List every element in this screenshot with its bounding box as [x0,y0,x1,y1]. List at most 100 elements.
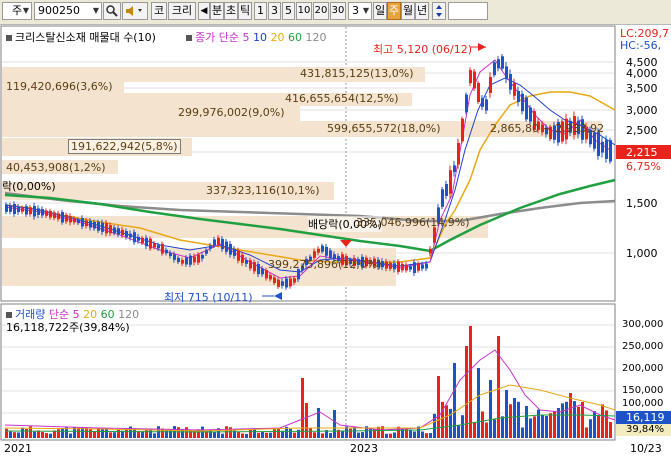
volume-bar [453,363,456,438]
candle-body [473,71,476,89]
candle-body [109,225,112,234]
volume-bar [277,428,280,438]
candle-body [317,248,320,253]
candle-body [489,77,492,93]
candle-body [197,254,200,263]
candle-body [421,264,424,269]
volume-bar [89,429,92,438]
candle-body [21,208,24,212]
volume-bar [309,427,312,438]
candle-body [265,270,268,279]
volume-bar [525,406,528,438]
candle-body [397,261,400,272]
candle-body [237,250,240,261]
candle-body [41,209,44,216]
candle-body [25,206,28,215]
volume-bar [17,432,20,438]
candle-body [241,254,244,263]
volume-bar [241,433,244,438]
candle-body [457,142,460,165]
volume-bar [409,429,412,438]
volume-bar [457,425,460,438]
volume-bar [113,432,116,438]
volume-bar [257,432,260,438]
ma-legend: 종가 단순 5 10 20 60 120 [186,29,326,45]
candle-body [33,205,36,217]
volume-bar [561,403,564,438]
candle-body [29,207,32,215]
volume-bar [177,427,180,438]
candle-body [277,279,280,287]
candle-body [233,248,236,256]
candle-body [129,233,132,238]
volume-bar [493,419,496,438]
candle-body [389,262,392,269]
volume-bar [369,428,372,438]
volume-bar [505,390,508,438]
candle-body [521,93,524,112]
volume-bar [21,427,24,438]
price-axis-label: 1,000 [626,247,658,260]
candle-body [177,257,180,263]
profile-label: 299,976,002(9,0%) [178,106,285,119]
volume-bar [581,402,584,438]
candle-body [497,59,500,69]
volume-bar [405,428,408,438]
candle-body [269,275,272,280]
volume-bar [25,429,28,438]
volume-bar [461,415,464,438]
candle-body [81,218,84,227]
candle-body [49,210,52,218]
volume-bar [329,433,332,438]
candle-body [509,74,512,90]
candle-body [417,263,420,271]
volume-bar [529,418,532,438]
candle-body [65,214,68,222]
volume-bar [521,427,524,438]
candle-body [493,62,496,76]
candle-body [401,263,404,271]
candle-body [449,170,452,194]
candle-body [393,263,396,270]
candle-body [525,97,528,120]
volume-axis-label: 150,000 [622,385,664,396]
candle-body [89,220,92,228]
volume-axis-label: 200,000 [622,363,664,374]
volume-bar [273,429,276,438]
x-axis-label: 2023 [350,442,378,455]
candle-body [257,264,260,275]
candle-body [597,132,600,156]
volume-bar [5,428,8,438]
candle-body [121,229,124,235]
candle-body [321,245,324,252]
low-price-label: 최저 715 (10/11) [164,291,253,304]
candle-body [513,82,516,96]
volume-bar [497,336,500,438]
volume-bar [425,433,428,438]
volume-bar [609,422,612,438]
candle-body [165,249,168,254]
candle-body [53,212,56,219]
price-axis-label: 3,000 [626,104,658,117]
volume-bar [557,408,560,438]
candle-body [261,268,264,275]
volume-bar [517,401,520,438]
candle-body [445,184,448,196]
volume-bar [313,432,316,438]
candle-body [229,243,232,255]
volume-bar [101,428,104,438]
candle-body [213,239,216,246]
volume-bar [33,431,36,438]
candle-body [601,141,604,153]
candle-body [97,221,100,231]
candle-body [113,227,116,234]
candle-body [13,203,16,215]
candle-body [93,221,96,229]
candle-body [273,277,276,284]
volume-bar [305,403,308,438]
volume-bar [401,428,404,438]
candle-body [57,213,60,220]
candle-body [505,66,508,79]
candle-body [329,250,332,258]
volume-bar [9,431,12,438]
